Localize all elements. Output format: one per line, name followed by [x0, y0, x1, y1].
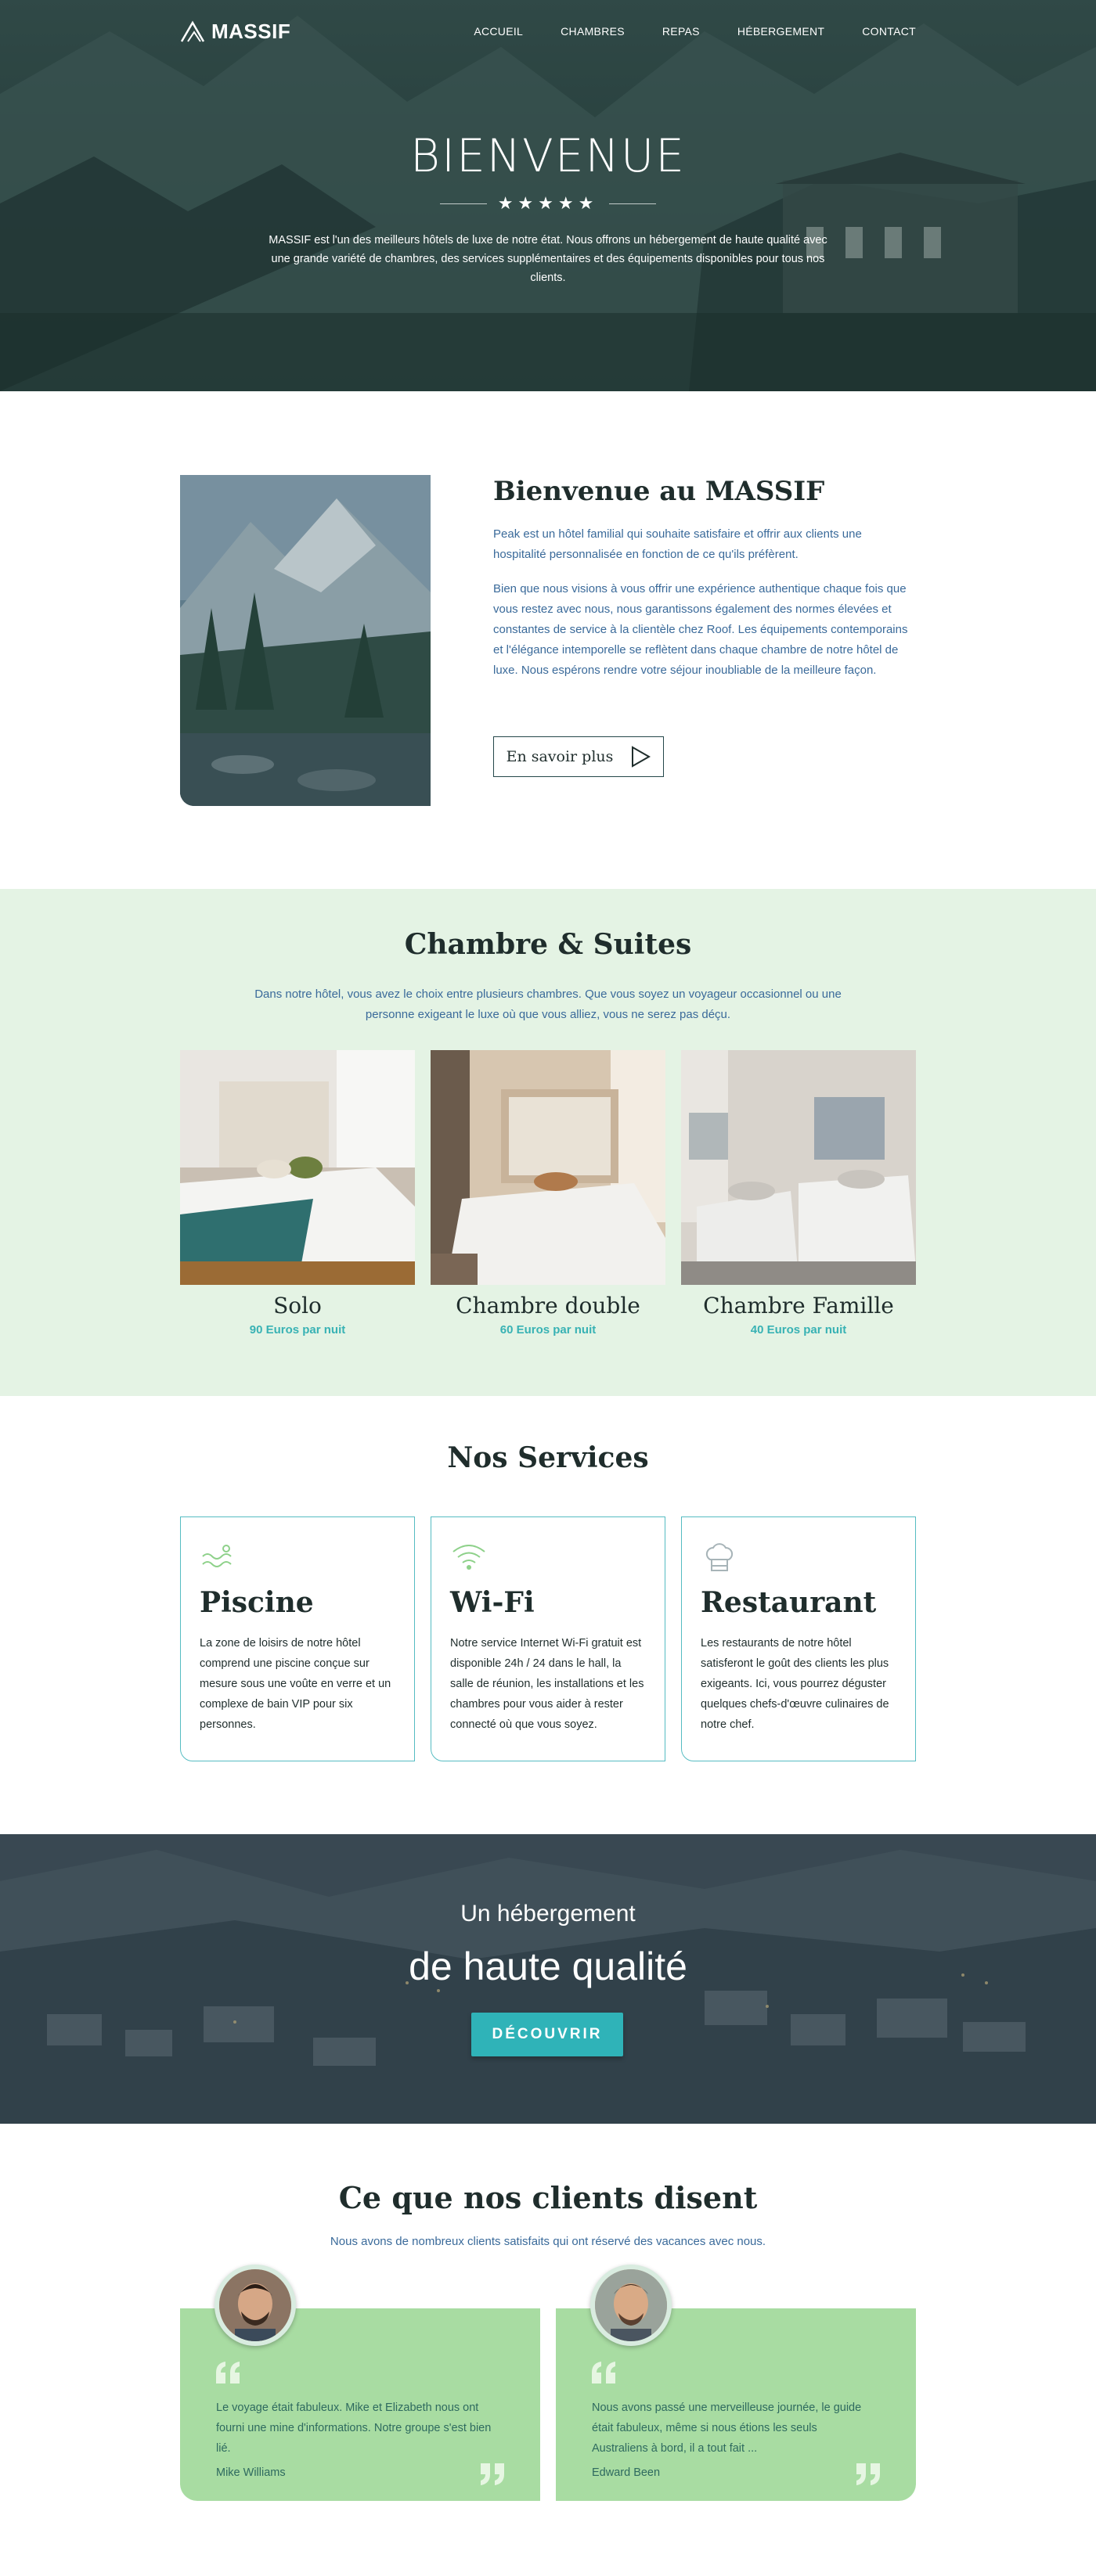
room-card-double[interactable]: Chambre double 60 Euros par nuit [431, 1050, 665, 1337]
room-photo-famille [681, 1050, 916, 1285]
rating-row: ★★★★★ [0, 193, 1096, 214]
hero-section: MASSIF ACCUEIL CHAMBRES REPAS HÉBERGEMEN… [0, 0, 1096, 391]
about-paragraph-2: Bien que nous visions à vous offrir une … [493, 582, 908, 677]
about-title: Bienvenue au MASSIF [493, 476, 825, 507]
service-title: Wi-Fi [450, 1586, 535, 1619]
service-text: Les restaurants de notre hôtel satisfero… [701, 1637, 889, 1731]
mountain-logo-icon [180, 20, 205, 42]
star-rating-icon: ★★★★★ [497, 193, 599, 213]
service-card-wifi: Wi-Fi Notre service Internet Wi-Fi gratu… [431, 1516, 665, 1761]
divider-left [439, 203, 487, 204]
avatar [215, 2265, 296, 2346]
room-name: Chambre double [456, 1293, 640, 1319]
room-photo-solo [180, 1050, 415, 1285]
mountain-photo [180, 475, 431, 806]
wifi-icon [450, 1541, 646, 1575]
quote-close-icon [856, 2463, 880, 2485]
service-text: Notre service Internet Wi-Fi gratuit est… [450, 1637, 644, 1731]
avatar [590, 2265, 672, 2346]
service-card-restaurant: Restaurant Les restaurants de notre hôte… [681, 1516, 916, 1761]
testimonial-card: Nous avons passé une merveilleuse journé… [556, 2265, 916, 2501]
about-paragraph-1: Peak est un hôtel familial qui souhaite … [493, 527, 862, 561]
banner-subtitle: Un hébergement [460, 1901, 636, 1927]
main-navigation: MASSIF ACCUEIL CHAMBRES REPAS HÉBERGEMEN… [0, 0, 1096, 63]
hero-description: MASSIF est l'un des meilleurs hôtels de … [269, 234, 827, 284]
service-card-piscine: Piscine La zone de loisirs de notre hôte… [180, 1516, 415, 1761]
nav-link-chambres[interactable]: CHAMBRES [561, 25, 625, 38]
nav-link-hebergement[interactable]: HÉBERGEMENT [737, 25, 824, 38]
hero-content: BIENVENUE ★★★★★ MASSIF est l'un des meil… [0, 129, 1096, 287]
room-card-solo[interactable]: Solo 90 Euros par nuit [180, 1050, 415, 1337]
learn-more-button[interactable]: En savoir plus [493, 736, 664, 777]
banner-title: de haute qualité [409, 1945, 687, 1988]
quote-close-icon [481, 2463, 504, 2485]
service-title: Restaurant [701, 1586, 877, 1619]
service-text: La zone de loisirs de notre hôtel compre… [200, 1637, 391, 1731]
logo-text: MASSIF [211, 19, 291, 43]
testimonial-text: Le voyage était fabuleux. Mike et Elizab… [216, 2402, 492, 2455]
chef-hat-icon [701, 1541, 896, 1575]
testimonial-card: Le voyage était fabuleux. Mike et Elizab… [180, 2265, 540, 2501]
divider-right [609, 203, 657, 204]
testimonial-text: Nous avons passé une merveilleuse journé… [592, 2402, 862, 2455]
pool-icon [200, 1541, 395, 1575]
discover-button[interactable]: DÉCOUVRIR [471, 2013, 623, 2056]
nav-link-accueil[interactable]: ACCUEIL [474, 25, 523, 38]
room-price: 60 Euros par nuit [499, 1323, 597, 1337]
quote-open-icon [592, 2362, 615, 2384]
room-name: Solo [273, 1293, 322, 1319]
testimonials-section: Ce que nos clients disent Nous avons de … [0, 2124, 1096, 2535]
hero-title: BIENVENUE [410, 129, 686, 182]
service-title: Piscine [200, 1586, 314, 1619]
testimonial-author: Edward Been [592, 2466, 661, 2479]
room-card-famille[interactable]: Chambre Famille 40 Euros par nuit [681, 1050, 916, 1337]
quote-open-icon [216, 2362, 240, 2384]
nav-link-repas[interactable]: REPAS [662, 25, 700, 38]
rooms-title: Chambre & Suites [404, 928, 692, 961]
testimonials-description: Nous avons de nombreux clients satisfait… [330, 2235, 766, 2248]
services-title: Nos Services [447, 1441, 649, 1474]
about-section: Bienvenue au MASSIF Peak est un hôtel fa… [0, 391, 1096, 889]
room-price: 40 Euros par nuit [750, 1323, 847, 1337]
banner-section: Un hébergement de haute qualité DÉCOUVRI… [0, 1834, 1096, 2124]
room-name: Chambre Famille [703, 1293, 894, 1319]
menu: ACCUEIL CHAMBRES REPAS HÉBERGEMENT CONTA… [474, 25, 916, 38]
logo[interactable]: MASSIF [180, 20, 290, 44]
play-arrow-icon [632, 746, 651, 768]
rooms-section: Chambre & Suites Dans notre hôtel, vous … [0, 889, 1096, 1396]
rooms-description: Dans notre hôtel, vous avez le choix ent… [254, 988, 842, 1021]
room-photo-double [431, 1050, 665, 1285]
services-section: Nos Services Piscine La zone de loisirs … [0, 1396, 1096, 1834]
room-price: 90 Euros par nuit [249, 1323, 346, 1337]
testimonials-title: Ce que nos clients disent [338, 2180, 758, 2215]
nav-link-contact[interactable]: CONTACT [862, 25, 916, 38]
testimonial-author: Mike Williams [216, 2466, 286, 2479]
learn-more-label: En savoir plus [506, 748, 614, 765]
